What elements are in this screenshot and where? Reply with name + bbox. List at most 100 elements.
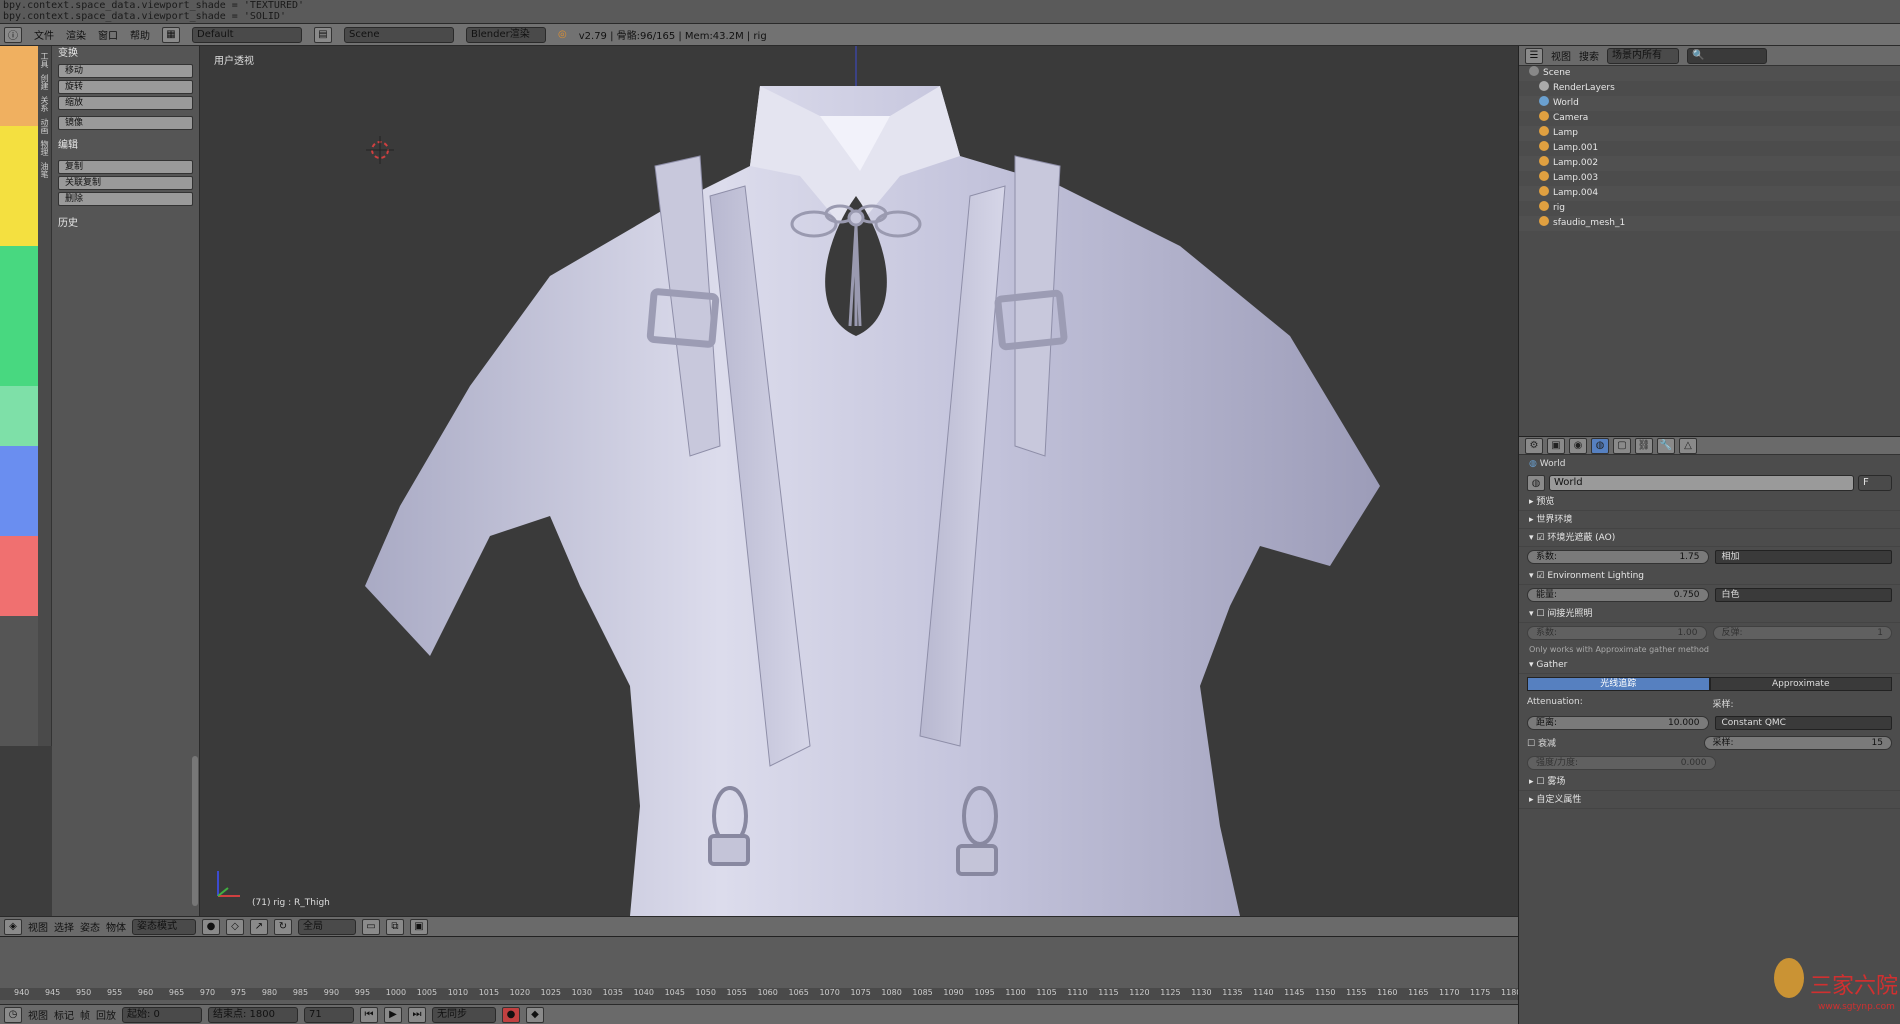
tab-physics[interactable]: 物理 — [38, 134, 50, 156]
distance-slider[interactable]: 距离: 10.000 — [1527, 716, 1709, 730]
tree-item-renderlayers[interactable]: RenderLayers — [1519, 81, 1900, 96]
move-button[interactable]: 移动 — [58, 64, 193, 78]
falloff-checkbox[interactable]: ☐ 衰减 — [1527, 736, 1698, 750]
scale-button[interactable]: 缩放 — [58, 96, 193, 110]
jump-start-icon[interactable]: ⏮ — [360, 1006, 378, 1023]
strength-slider[interactable]: 强度/力度: 0.000 — [1527, 756, 1716, 770]
section-env[interactable]: ▾ ☑ Environment Lighting — [1519, 567, 1900, 585]
samples-slider[interactable]: 采样: 15 — [1703, 736, 1892, 750]
tab-scene-icon[interactable]: ◉ — [1569, 437, 1587, 454]
menu-tl-playback[interactable]: 回放 — [96, 1007, 116, 1022]
tree-item-camera[interactable]: Camera — [1519, 111, 1900, 126]
tab-modifiers-icon[interactable]: 🔧 — [1657, 437, 1675, 454]
scene-field[interactable]: Scene — [344, 26, 454, 43]
keyframe-icon[interactable]: ◆ — [526, 1006, 544, 1023]
tab-constraints-icon[interactable]: ⛓ — [1635, 437, 1653, 454]
render-engine-select[interactable]: Blender渲染 — [466, 26, 546, 43]
section-ao[interactable]: ▾ ☑ 环境光遮蔽 (AO) — [1519, 529, 1900, 547]
menu-help[interactable]: 帮助 — [130, 27, 150, 42]
timeline-ruler[interactable]: 940 945 950 955 960 965 970 975 980 985 990 995 1000… — [0, 988, 1521, 1000]
env-color-select[interactable]: 白色 — [1714, 588, 1892, 602]
tab-grease-pencil[interactable]: 油笔 — [38, 156, 50, 178]
play-icon[interactable]: ▶ — [384, 1006, 402, 1023]
panel-title[interactable]: 历史 — [52, 216, 199, 232]
outliner-menu-search[interactable]: 搜索 — [1579, 48, 1599, 63]
section-custom-props[interactable]: ▸ 自定义属性 — [1519, 791, 1900, 809]
delete-button[interactable]: 删除 — [58, 192, 193, 206]
tab-relations[interactable]: 关系 — [38, 90, 50, 112]
sampling-method-select[interactable]: Constant QMC — [1714, 716, 1892, 730]
orientation-select[interactable]: 全局 — [298, 918, 356, 935]
record-icon[interactable]: ● — [502, 1006, 520, 1023]
menu-tl-frame[interactable]: 帧 — [80, 1007, 90, 1022]
tree-item-lamp-004[interactable]: Lamp.004 — [1519, 186, 1900, 201]
pivot-icon[interactable]: ◇ — [226, 918, 244, 935]
shading-icon[interactable]: ● — [202, 918, 220, 935]
rotate-manip-icon[interactable]: ↻ — [274, 918, 292, 935]
panel-title[interactable]: 编辑 — [52, 138, 199, 154]
rotate-button[interactable]: 旋转 — [58, 80, 193, 94]
editor-type-3d-icon[interactable]: ◈ — [4, 918, 22, 935]
gather-raytrace-tab[interactable]: 光线追踪 — [1527, 677, 1710, 691]
section-indirect[interactable]: ▾ ☐ 间接光照明 — [1519, 605, 1900, 623]
menu-render[interactable]: 渲染 — [66, 27, 86, 42]
menu-tl-view[interactable]: 视图 — [28, 1007, 48, 1022]
tree-item-world[interactable]: World — [1519, 96, 1900, 111]
layout-icon[interactable]: ▦ — [162, 26, 180, 43]
toolshelf-scrollbar[interactable] — [192, 756, 198, 906]
3d-viewport[interactable]: 用户透视 (71) rig: R_Thigh — [200, 46, 1518, 916]
menu-view[interactable]: 视图 — [28, 919, 48, 934]
tree-item-rig[interactable]: rig — [1519, 201, 1900, 216]
layout-field[interactable]: Default — [192, 26, 302, 43]
tree-item-lamp-003[interactable]: Lamp.003 — [1519, 171, 1900, 186]
tree-item-lamp[interactable]: Lamp — [1519, 126, 1900, 141]
editor-type-timeline-icon[interactable]: ◷ — [4, 1006, 22, 1023]
jump-end-icon[interactable]: ⏭ — [408, 1006, 426, 1023]
tree-item-lamp-001[interactable]: Lamp.001 — [1519, 141, 1900, 156]
layers-icon[interactable]: ▭ — [362, 918, 380, 935]
section-mist[interactable]: ▸ ☐ 雾场 — [1519, 773, 1900, 791]
ao-factor-slider[interactable]: 系数: 1.75 — [1527, 550, 1709, 564]
manipulator-icon[interactable]: ↗ — [250, 918, 268, 935]
editor-type-properties-icon[interactable]: ⚙ — [1525, 437, 1543, 454]
start-frame-field[interactable]: 起始: 0 — [122, 1006, 202, 1023]
current-frame-field[interactable]: 71 — [304, 1006, 354, 1023]
linked-duplicate-button[interactable]: 关联复制 — [58, 176, 193, 190]
gather-approximate-tab[interactable]: Approximate — [1709, 677, 1892, 691]
menu-select[interactable]: 选择 — [54, 919, 74, 934]
duplicate-button[interactable]: 复制 — [58, 160, 193, 174]
tree-item-scene[interactable]: Scene — [1519, 66, 1900, 81]
tab-animation[interactable]: 动画 — [38, 112, 50, 134]
tab-tools[interactable]: 工具 — [38, 46, 50, 68]
sync-select[interactable]: 无同步 — [432, 1006, 496, 1023]
world-datablock-icon[interactable]: ◍ — [1527, 475, 1545, 491]
outliner-filter-select[interactable]: 场景内所有 — [1607, 47, 1679, 64]
menu-tl-marker[interactable]: 标记 — [54, 1007, 74, 1022]
indirect-factor-slider[interactable]: 系数: 1.00 — [1527, 626, 1707, 640]
panel-title[interactable]: 变换 — [52, 46, 199, 62]
3d-cursor[interactable] — [366, 136, 394, 164]
tab-data-icon[interactable]: △ — [1679, 437, 1697, 454]
section-world[interactable]: ▸ 世界环境 — [1519, 511, 1900, 529]
section-gather[interactable]: ▾ Gather — [1519, 656, 1900, 674]
snap-icon[interactable]: ⧉ — [386, 918, 404, 935]
end-frame-field[interactable]: 结束点: 1800 — [208, 1006, 298, 1023]
mode-select[interactable]: 姿态模式 — [132, 918, 196, 935]
tab-world-icon[interactable]: ◍ — [1591, 437, 1609, 454]
tree-item-mesh[interactable]: sfaudio_mesh_1 — [1519, 216, 1900, 231]
tab-create[interactable]: 创建 — [38, 68, 50, 90]
tab-render-icon[interactable]: ▣ — [1547, 437, 1565, 454]
mirror-button[interactable]: 镜像 — [58, 116, 193, 130]
env-energy-slider[interactable]: 能量: 0.750 — [1527, 588, 1709, 602]
scene-icon[interactable]: ▤ — [314, 26, 332, 43]
menu-window[interactable]: 窗口 — [98, 27, 118, 42]
menu-file[interactable]: 文件 — [34, 27, 54, 42]
world-name-field[interactable]: World — [1549, 475, 1854, 491]
menu-object[interactable]: 物体 — [106, 919, 126, 934]
tree-item-lamp-002[interactable]: Lamp.002 — [1519, 156, 1900, 171]
section-preview[interactable]: ▸ 预览 — [1519, 493, 1900, 511]
ao-blend-select[interactable]: 相加 — [1714, 550, 1892, 564]
editor-type-outliner-icon[interactable]: ☰ — [1525, 47, 1543, 64]
world-fake-user[interactable]: F — [1858, 475, 1892, 491]
indirect-bounces-slider[interactable]: 反弹: 1 — [1712, 626, 1892, 640]
